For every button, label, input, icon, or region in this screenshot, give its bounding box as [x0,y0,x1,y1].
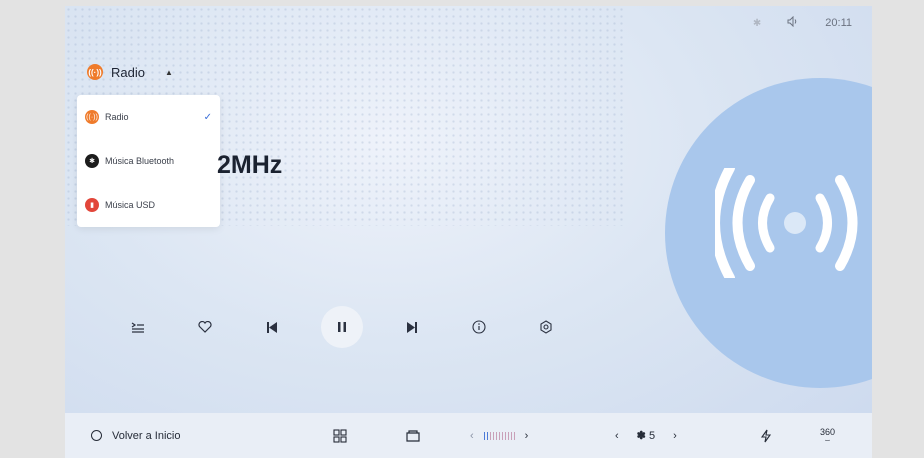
radio-disc [665,78,872,388]
source-selector[interactable]: ((·)) Radio ▲ [87,64,173,80]
broadcast-icon [715,168,858,278]
lightning-icon[interactable] [760,429,772,443]
previous-icon[interactable] [254,309,290,345]
status-bar: ✱ 20:11 [752,15,852,30]
fan-icon: ✽ [636,430,646,442]
home-button[interactable]: Volver a Inicio [91,430,180,442]
seat-icon[interactable] [405,429,421,443]
infotainment-screen: ✱ 20:11 ((·)) Radio ▲ ((·)) Radio ✓ ✱ Mú… [65,6,872,458]
fan-control: ‹ ✽ 5 › [615,429,677,443]
dropdown-item-bluetooth[interactable]: ✱ Música Bluetooth [77,139,220,183]
chevron-left-icon[interactable]: ‹ [470,430,474,442]
temperature-control: ‹ › [470,430,528,442]
temperature-slider[interactable] [483,431,515,440]
clock: 20:11 [825,17,852,29]
chevron-left-icon[interactable]: ‹ [615,430,619,442]
fan-level: ✽ 5 [637,429,655,442]
settings-icon[interactable] [528,309,564,345]
camera-360-button[interactable]: 360 ⌣ [820,427,835,445]
bottom-bar: Volver a Inicio ‹ › ‹ ✽ 5 › 360 ⌣ [65,413,872,458]
chevron-right-icon[interactable]: › [525,430,529,442]
circle-icon [91,430,102,441]
list-icon[interactable] [120,309,156,345]
grid-icon[interactable] [333,428,347,443]
chevron-right-icon[interactable]: › [673,430,677,442]
source-dropdown: ((·)) Radio ✓ ✱ Música Bluetooth ▮ Músic… [77,95,220,227]
bluetooth-icon: ✱ [752,17,762,29]
home-label: Volver a Inicio [112,429,181,442]
usb-icon: ▮ [85,198,99,212]
next-icon[interactable] [394,309,430,345]
caret-down-icon: ▲ [164,67,173,77]
dropdown-item-label: Radio [105,112,129,122]
dropdown-item-usb[interactable]: ▮ Música USD [77,183,220,227]
radio-icon: ((·)) [85,110,99,124]
source-label: Radio [111,64,145,80]
dropdown-item-radio[interactable]: ((·)) Radio ✓ [77,95,220,139]
check-icon: ✓ [203,111,212,123]
info-icon[interactable] [461,309,497,345]
dropdown-item-label: Música USD [105,200,156,210]
playback-controls [120,306,595,348]
rotate-icon: ⌣ [824,434,831,445]
fan-level-value: 5 [648,430,656,442]
dropdown-item-label: Música Bluetooth [105,156,175,166]
volume-icon[interactable] [787,15,799,30]
frequency-display: 2MHz [217,151,283,179]
pause-icon[interactable] [321,306,363,348]
radio-icon: ((·)) [87,64,103,80]
heart-icon[interactable] [187,309,223,345]
bluetooth-icon: ✱ [85,154,99,168]
